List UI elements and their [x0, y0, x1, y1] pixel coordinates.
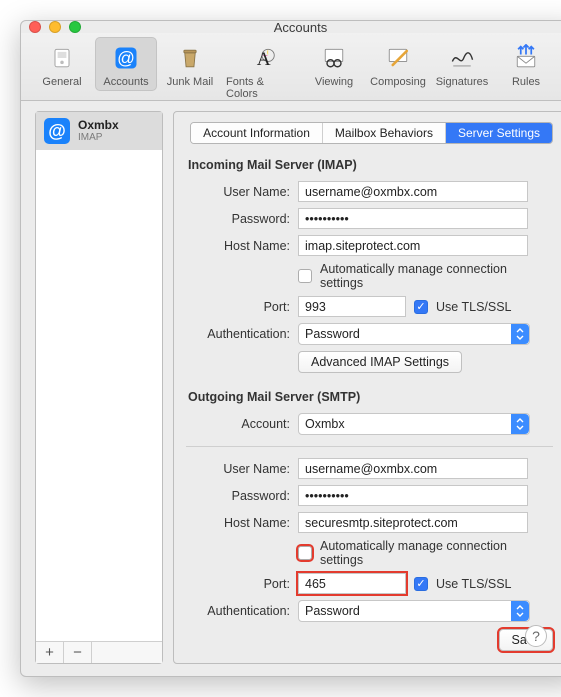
toolbar-fonts[interactable]: A Fonts & Colors: [223, 37, 301, 103]
outgoing-auto-checkbox[interactable]: [298, 546, 312, 560]
outgoing-tls-checkbox[interactable]: ✓: [414, 577, 428, 591]
outgoing-pass-label: Password:: [186, 489, 298, 503]
outgoing-auto-label: Automatically manage connection settings: [320, 539, 553, 567]
incoming-auto-checkbox[interactable]: [298, 269, 312, 283]
account-row[interactable]: @ Oxmbx IMAP: [36, 112, 162, 150]
incoming-auth-select[interactable]: Password: [298, 323, 530, 345]
tab-mailbox-behaviors[interactable]: Mailbox Behaviors: [323, 123, 446, 143]
incoming-pass-label: Password:: [186, 212, 298, 226]
outgoing-account-select[interactable]: Oxmbx: [298, 413, 530, 435]
glasses-icon: [318, 42, 350, 74]
toolbar-junk[interactable]: Junk Mail: [159, 37, 221, 91]
svg-text:A: A: [257, 49, 271, 70]
help-button[interactable]: ?: [525, 625, 547, 647]
incoming-port-label: Port:: [186, 300, 298, 314]
compose-icon: [382, 42, 414, 74]
gear-icon: [46, 42, 78, 74]
at-icon: @: [110, 42, 142, 74]
chevron-updown-icon: [511, 601, 529, 621]
fonts-icon: A: [246, 42, 278, 74]
svg-text:@: @: [117, 48, 135, 68]
trash-icon: [174, 42, 206, 74]
incoming-tls-checkbox[interactable]: ✓: [414, 300, 428, 314]
incoming-port-input[interactable]: [298, 296, 406, 317]
toolbar-viewing[interactable]: Viewing: [303, 37, 365, 91]
incoming-auth-label: Authentication:: [186, 327, 298, 341]
toolbar-composing[interactable]: Composing: [367, 37, 429, 91]
titlebar: Accounts: [21, 21, 561, 33]
tab-server-settings[interactable]: Server Settings: [446, 123, 552, 143]
outgoing-auth-select[interactable]: Password: [298, 600, 530, 622]
toolbar-rules[interactable]: Rules: [495, 37, 557, 91]
outgoing-auth-label: Authentication:: [186, 604, 298, 618]
incoming-user-input[interactable]: [298, 181, 528, 202]
outgoing-port-label: Port:: [186, 577, 298, 591]
account-name: Oxmbx: [78, 119, 119, 132]
incoming-heading: Incoming Mail Server (IMAP): [188, 158, 553, 172]
preferences-window: Accounts General @ Accounts Junk Mail: [20, 20, 561, 677]
incoming-auto-label: Automatically manage connection settings: [320, 262, 553, 290]
tab-account-information[interactable]: Account Information: [191, 123, 323, 143]
incoming-tls-label: Use TLS/SSL: [436, 300, 512, 314]
advanced-imap-button[interactable]: Advanced IMAP Settings: [298, 351, 462, 373]
toolbar-accounts[interactable]: @ Accounts: [95, 37, 157, 91]
account-protocol: IMAP: [78, 132, 119, 143]
incoming-pass-input[interactable]: [298, 208, 528, 229]
rules-icon: [510, 42, 542, 74]
add-account-button[interactable]: +: [36, 642, 64, 663]
signature-icon: [446, 42, 478, 74]
toolbar: General @ Accounts Junk Mail A Fonts & C…: [21, 33, 561, 101]
settings-panel: Account Information Mailbox Behaviors Se…: [173, 111, 561, 664]
incoming-host-input[interactable]: [298, 235, 528, 256]
outgoing-acct-label: Account:: [186, 417, 298, 431]
settings-tabs: Account Information Mailbox Behaviors Se…: [190, 122, 553, 144]
outgoing-port-input[interactable]: [298, 573, 406, 594]
chevron-updown-icon: [511, 324, 529, 344]
toolbar-general[interactable]: General: [31, 37, 93, 91]
toolbar-signatures[interactable]: Signatures: [431, 37, 493, 91]
chevron-updown-icon: [511, 414, 529, 434]
accounts-sidebar: @ Oxmbx IMAP + −: [35, 111, 163, 664]
outgoing-host-input[interactable]: [298, 512, 528, 533]
window-title: Accounts: [21, 20, 561, 35]
at-icon: @: [44, 118, 70, 144]
outgoing-pass-input[interactable]: [298, 485, 528, 506]
incoming-user-label: User Name:: [186, 185, 298, 199]
remove-account-button[interactable]: −: [64, 642, 92, 663]
outgoing-user-label: User Name:: [186, 462, 298, 476]
outgoing-user-input[interactable]: [298, 458, 528, 479]
outgoing-heading: Outgoing Mail Server (SMTP): [188, 390, 553, 404]
outgoing-host-label: Host Name:: [186, 516, 298, 530]
incoming-host-label: Host Name:: [186, 239, 298, 253]
outgoing-tls-label: Use TLS/SSL: [436, 577, 512, 591]
